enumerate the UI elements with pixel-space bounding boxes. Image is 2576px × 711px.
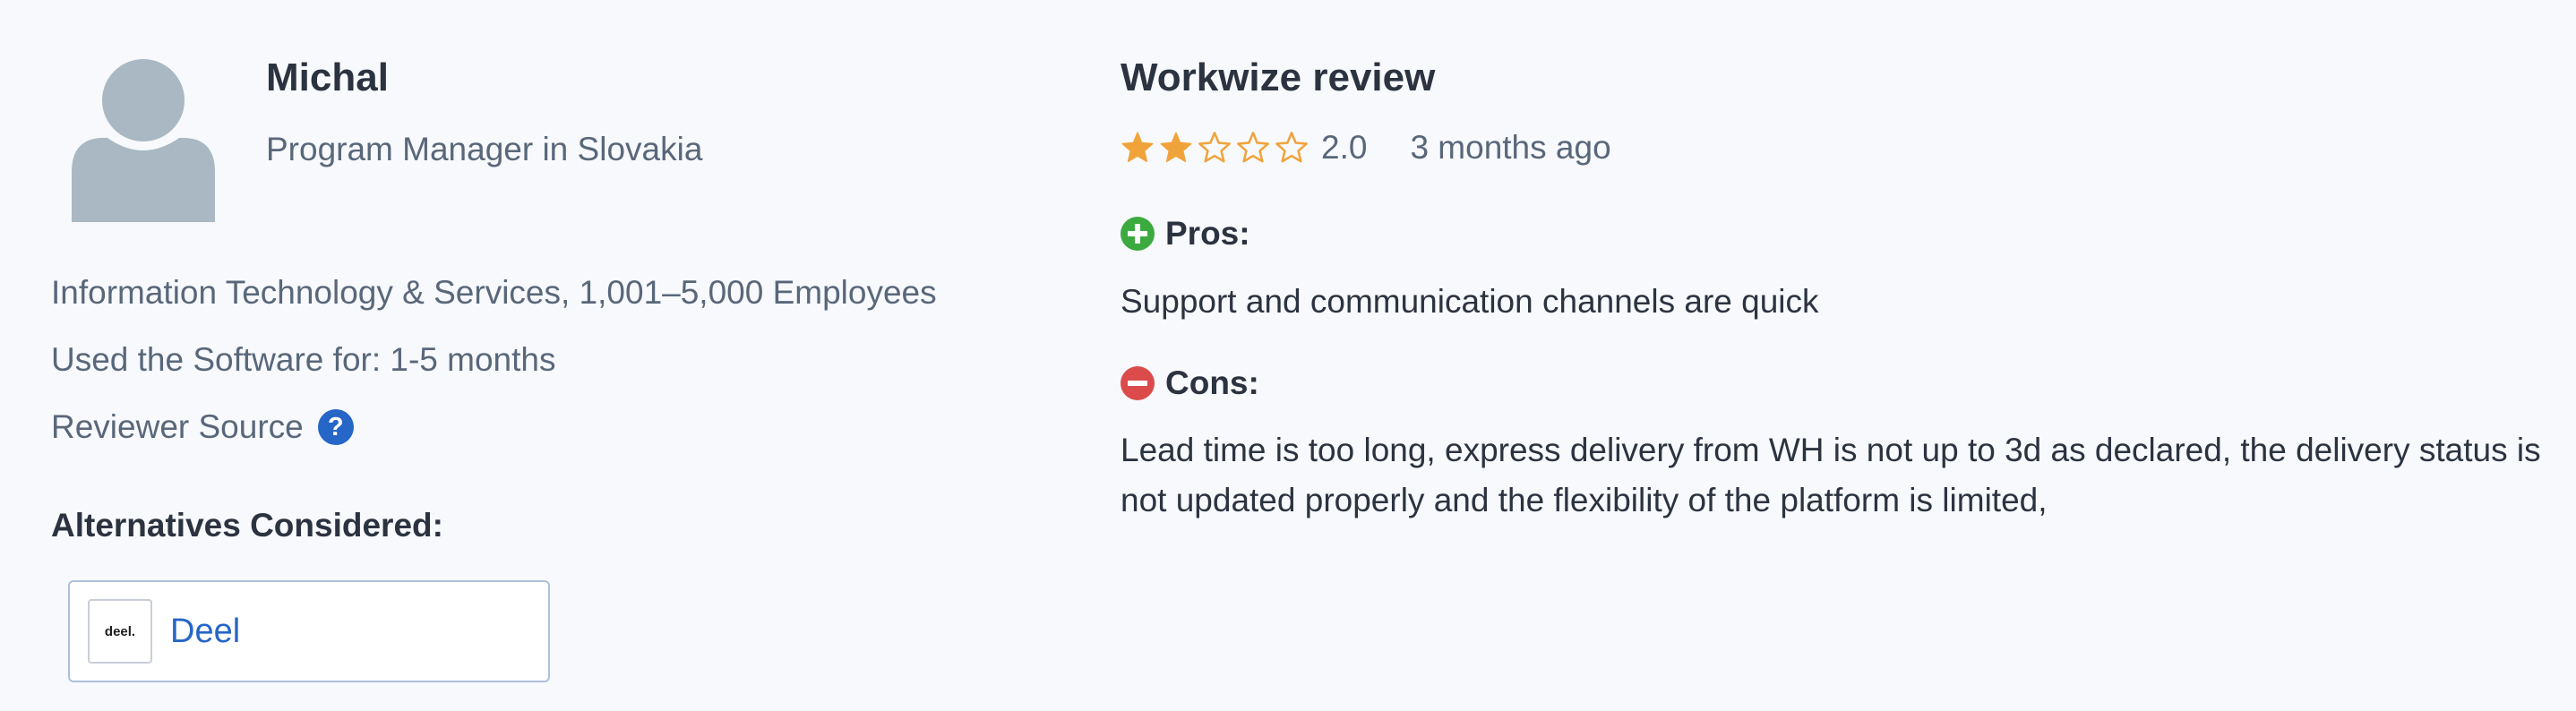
pros-text: Support and communication channels are q… <box>1121 283 1819 320</box>
plus-circle-icon <box>1121 217 1155 251</box>
deel-logo: deel. <box>88 599 152 664</box>
question-circle-icon[interactable]: ? <box>317 409 354 445</box>
star-empty-icon <box>1237 132 1269 163</box>
rating-value: 2.0 <box>1321 129 1368 166</box>
cons-heading: Cons: <box>1121 364 1259 402</box>
alternative-name-link[interactable]: Deel <box>170 612 240 651</box>
reviewer-company-info: Information Technology & Services, 1,001… <box>51 274 937 311</box>
reviewer-role: Program Manager in Slovakia <box>266 131 703 167</box>
alternative-card-deel[interactable]: deel. Deel <box>68 580 550 682</box>
star-empty-icon <box>1275 132 1308 163</box>
star-filled-icon <box>1121 132 1154 162</box>
star-empty-icon <box>1198 132 1231 163</box>
pros-label: Pros: <box>1165 215 1250 252</box>
reviewer-avatar-icon <box>72 59 215 222</box>
reviewer-source-label: Reviewer Source <box>51 408 304 445</box>
software-usage-duration: Used the Software for: 1-5 months <box>51 341 556 378</box>
reviewer-name: Michal <box>266 56 389 99</box>
reviewer-source: Reviewer Source ? <box>51 408 354 446</box>
rating-row: 2.0 3 months ago <box>1121 129 1611 167</box>
review-date: 3 months ago <box>1410 129 1611 166</box>
cons-label: Cons: <box>1165 364 1259 401</box>
minus-circle-icon <box>1121 366 1155 400</box>
star-filled-icon <box>1160 132 1192 162</box>
review-title: Workwize review <box>1121 56 1436 99</box>
star-rating <box>1121 131 1309 165</box>
pros-heading: Pros: <box>1121 215 1250 253</box>
alternatives-heading: Alternatives Considered: <box>51 507 443 544</box>
cons-text: Lead time is too long, express delivery … <box>1121 432 2541 518</box>
